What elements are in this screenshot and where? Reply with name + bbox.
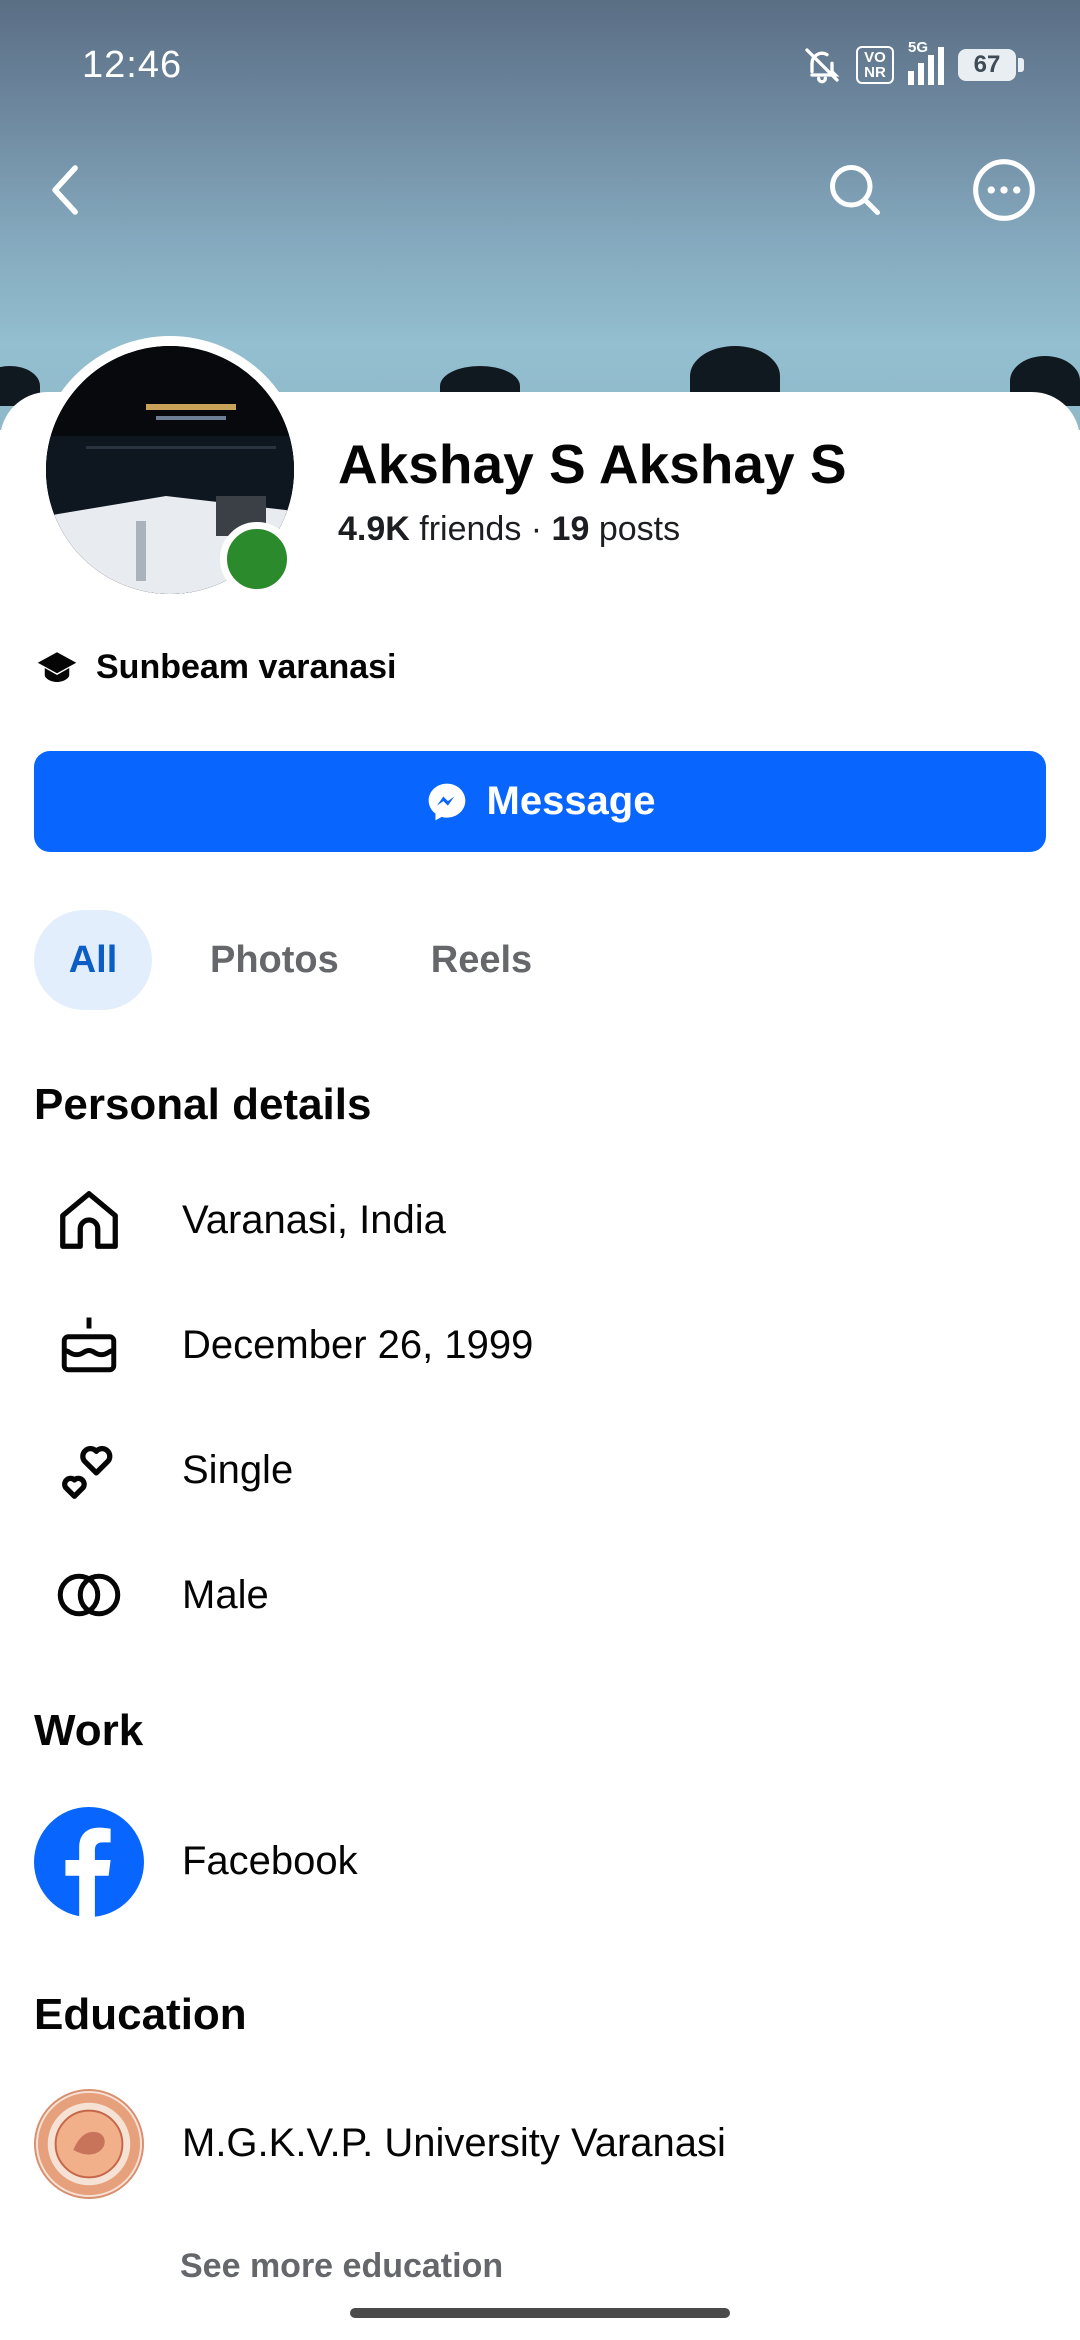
search-button[interactable]	[815, 150, 895, 230]
more-icon	[973, 159, 1035, 221]
posts-label: posts	[589, 510, 681, 548]
university-seal-icon	[34, 2088, 144, 2199]
online-status-indicator	[220, 522, 294, 596]
signal-icon: 5G	[908, 39, 944, 85]
education-text: M.G.K.V.P. University Varanasi	[182, 2121, 726, 2165]
relationship-hearts-icon	[62, 1446, 113, 1499]
detail-row-location[interactable]: Varanasi, India	[34, 1172, 446, 1268]
friends-count: 4.9K	[338, 510, 410, 548]
education-row-university[interactable]: M.G.K.V.P. University Varanasi	[34, 2086, 726, 2201]
see-more-education-link[interactable]: See more education	[180, 2247, 503, 2286]
work-text: Facebook	[182, 1839, 358, 1883]
home-indicator[interactable]	[350, 2308, 730, 2318]
school-info[interactable]: Sunbeam varanasi	[36, 648, 396, 687]
content-tabs: All Photos Reels	[34, 910, 532, 1010]
search-icon	[830, 165, 880, 215]
volte-badge: VO NR	[856, 46, 894, 84]
graduation-cap-icon	[37, 651, 77, 682]
profile-name: Akshay S Akshay S	[338, 433, 847, 495]
birthday-cake-icon	[61, 1317, 117, 1373]
location-text: Varanasi, India	[182, 1197, 446, 1242]
mute-bell-icon	[805, 48, 840, 84]
battery-level: 67	[958, 49, 1016, 81]
home-icon	[60, 1191, 118, 1249]
friends-label: friends	[409, 510, 522, 548]
status-icons: VO NR 5G 67	[802, 39, 1024, 90]
back-button[interactable]	[26, 150, 106, 230]
tab-reels[interactable]: Reels	[431, 910, 532, 1010]
battery-icon: 67	[958, 49, 1024, 81]
work-heading: Work	[34, 1706, 144, 1755]
profile-stats[interactable]: 4.9K friends · 19 posts	[338, 510, 680, 549]
status-bar: 12:46 VO NR 5G 67	[0, 0, 1080, 130]
relationship-text: Single	[182, 1447, 294, 1492]
message-button[interactable]: Message	[34, 751, 1046, 852]
work-row-facebook[interactable]: Facebook	[34, 1804, 358, 1919]
tab-all[interactable]: All	[34, 910, 152, 1010]
gender-rings-icon	[57, 1573, 121, 1617]
gender-text: Male	[182, 1572, 269, 1617]
posts-count: 19	[551, 510, 590, 548]
more-options-button[interactable]	[964, 150, 1044, 230]
facebook-logo-icon	[34, 1806, 144, 1917]
detail-row-relationship[interactable]: Single	[34, 1422, 293, 1518]
tab-photos[interactable]: Photos	[210, 910, 339, 1010]
detail-row-gender[interactable]: Male	[34, 1547, 269, 1643]
personal-details-heading: Personal details	[34, 1080, 372, 1129]
messenger-icon	[428, 783, 465, 820]
education-heading: Education	[34, 1990, 247, 2039]
school-name: Sunbeam varanasi	[96, 648, 397, 686]
birthday-text: December 26, 1999	[182, 1322, 534, 1367]
back-arrow-icon	[52, 165, 78, 215]
message-label: Message	[486, 779, 656, 823]
detail-row-birthday[interactable]: December 26, 1999	[34, 1297, 533, 1393]
status-time: 12:46	[82, 44, 183, 86]
stats-separator: ·	[521, 510, 552, 548]
network-type-label: 5G	[908, 39, 929, 56]
